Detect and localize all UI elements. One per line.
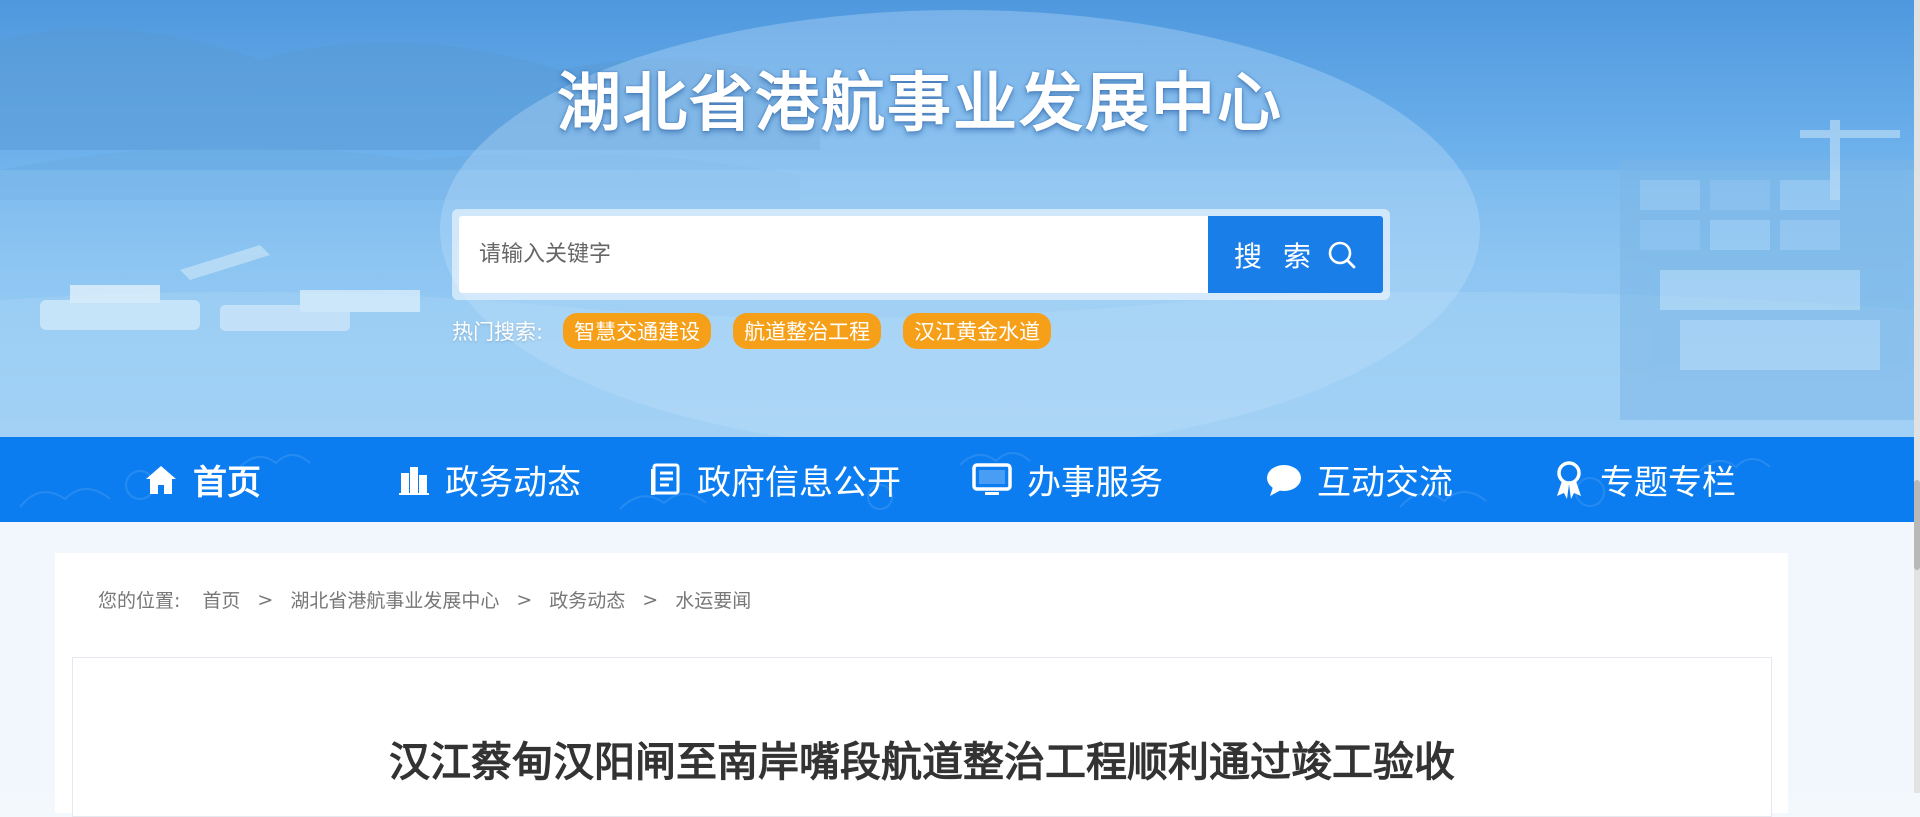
- breadcrumb-item-home[interactable]: 首页: [202, 586, 240, 613]
- nav-label-services: 办事服务: [1027, 463, 1163, 503]
- monitor-icon: [971, 462, 1013, 498]
- scrollbar-track[interactable]: [1914, 0, 1920, 793]
- breadcrumb-separator: >: [642, 588, 659, 611]
- hot-search-label: 热门搜索:: [452, 320, 544, 344]
- nav-item-info-disclosure[interactable]: 政府信息公开: [647, 437, 901, 522]
- nav-label-info-disclosure: 政府信息公开: [697, 463, 901, 503]
- search-inner: 搜 索: [459, 216, 1383, 293]
- breadcrumb-label: 您的位置:: [98, 590, 181, 612]
- breadcrumb-item-government-news[interactable]: 政务动态: [549, 586, 625, 613]
- site-title: 湖北省港航事业发展中心: [557, 66, 1283, 141]
- document-icon: [647, 462, 683, 498]
- breadcrumb-separator: >: [516, 588, 533, 611]
- nav-item-services[interactable]: 办事服务: [971, 437, 1163, 522]
- nav-item-home[interactable]: 首页: [143, 437, 261, 522]
- nav-label-home: 首页: [193, 463, 261, 503]
- hot-tag-channel-regulation[interactable]: 航道整治工程: [733, 313, 882, 349]
- award-icon: [1552, 460, 1586, 500]
- breadcrumb-item-waterway-news[interactable]: 水运要闻: [675, 586, 751, 613]
- scrollbar-thumb[interactable]: [1914, 480, 1920, 570]
- search-input[interactable]: [459, 216, 1208, 293]
- search-button[interactable]: 搜 索: [1208, 216, 1383, 293]
- hot-search: 热门搜索: 智慧交通建设 航道整治工程 汉江黄金水道: [452, 313, 1073, 349]
- hot-tag-hanjiang-waterway[interactable]: 汉江黄金水道: [903, 313, 1052, 349]
- building-icon: [397, 463, 431, 497]
- breadcrumb: 您的位置: 首页 > 湖北省港航事业发展中心 > 政务动态 > 水运要闻: [98, 586, 751, 613]
- nav-item-special-topics[interactable]: 专题专栏: [1552, 437, 1736, 522]
- nav-label-special-topics: 专题专栏: [1600, 463, 1736, 503]
- nav-item-interaction[interactable]: 互动交流: [1265, 437, 1453, 522]
- main-nav: 首页 政务动态 政府信息公开 办事服务 互动交流 专题专栏: [0, 437, 1920, 522]
- search-icon: [1327, 240, 1357, 270]
- chat-bubble-icon: [1265, 462, 1303, 498]
- home-icon: [143, 462, 179, 498]
- article-title: 汉江蔡甸汉阳闸至南岸嘴段航道整治工程顺利通过竣工验收: [389, 738, 1455, 786]
- breadcrumb-item-center[interactable]: 湖北省港航事业发展中心: [290, 586, 499, 613]
- nav-item-government-news[interactable]: 政务动态: [397, 437, 581, 522]
- breadcrumb-separator: >: [257, 588, 274, 611]
- nav-label-government-news: 政务动态: [445, 463, 581, 503]
- nav-label-interaction: 互动交流: [1317, 463, 1453, 503]
- search-button-label: 搜 索: [1234, 239, 1317, 273]
- header-banner: 湖北省港航事业发展中心 搜 索 热门搜索: 智慧交通建设 航道整治工程 汉江黄金…: [0, 0, 1920, 437]
- hot-tag-smart-transport[interactable]: 智慧交通建设: [563, 313, 712, 349]
- search-bar: 搜 索: [452, 209, 1390, 300]
